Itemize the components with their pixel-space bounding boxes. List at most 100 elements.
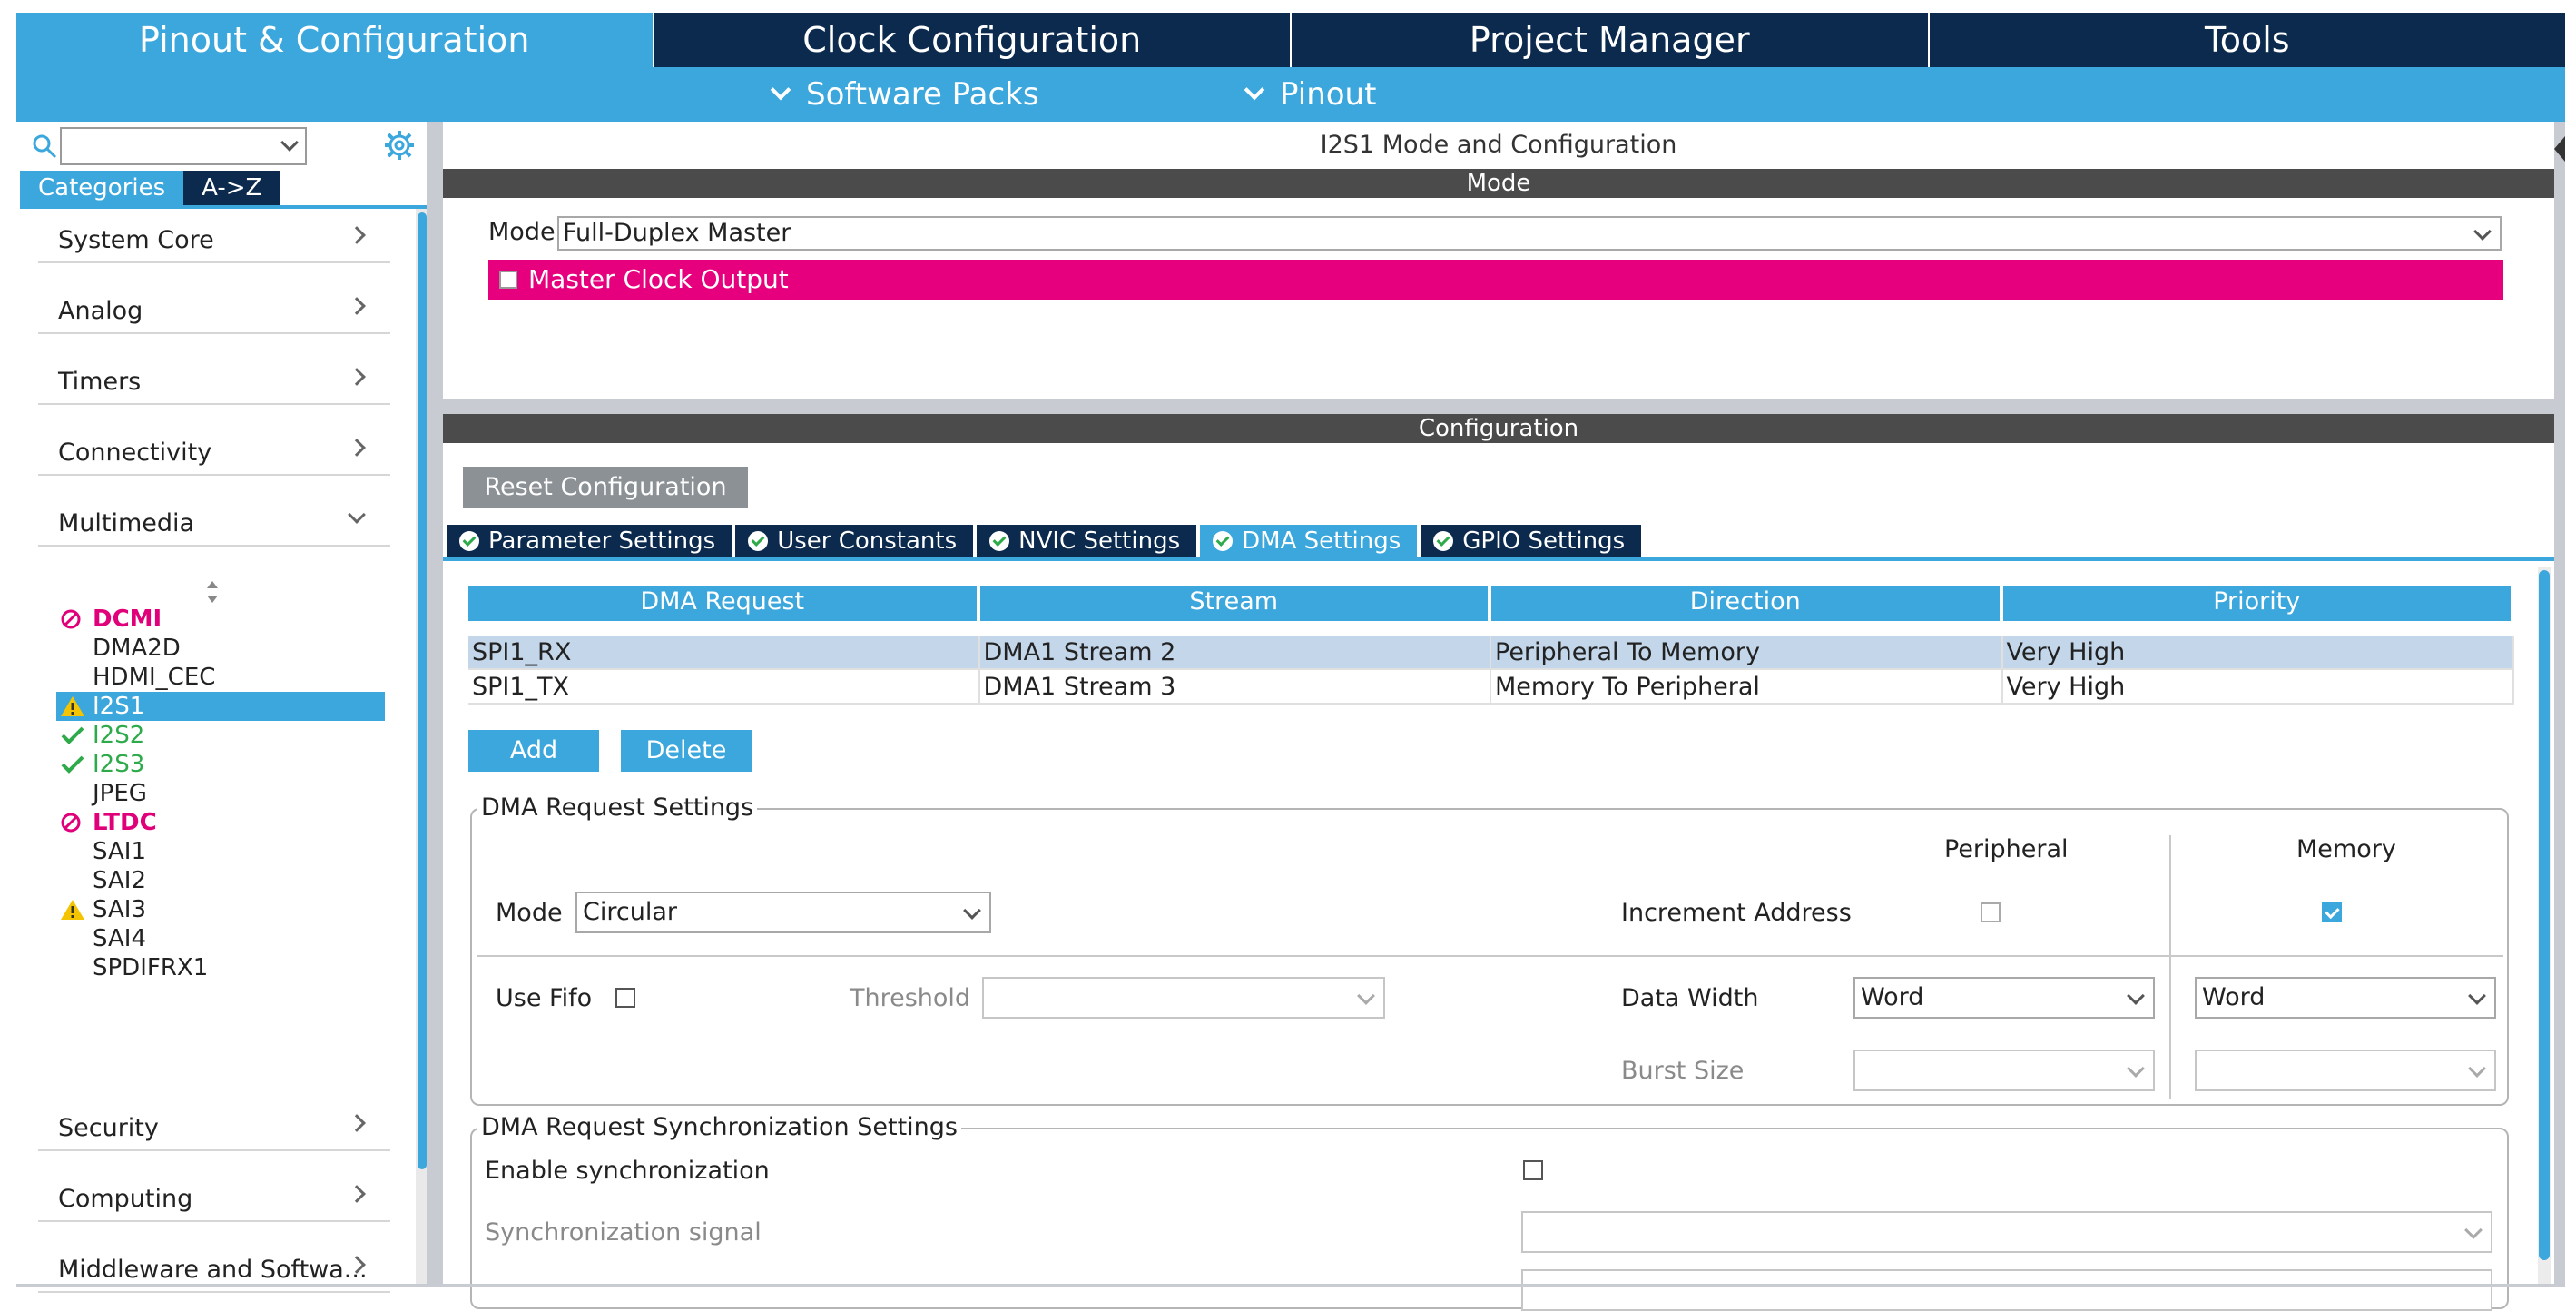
mode-select[interactable]: Full-Duplex Master bbox=[557, 216, 2502, 251]
item-spdifrx1[interactable]: SPDIFRX1 bbox=[56, 953, 385, 982]
category-analog[interactable]: Analog bbox=[38, 280, 390, 334]
item-dma2d[interactable]: DMA2D bbox=[56, 634, 385, 663]
item-sai3[interactable]: SAI3 bbox=[56, 895, 385, 924]
memory-burst-size-select[interactable] bbox=[2195, 1050, 2496, 1091]
chevron-down-icon bbox=[2468, 1060, 2486, 1078]
check-circle-icon bbox=[748, 531, 769, 551]
peripheral-data-width-select[interactable]: Word bbox=[1853, 977, 2155, 1019]
tab-parameter-settings[interactable]: Parameter Settings bbox=[447, 525, 732, 557]
column-header[interactable]: Priority bbox=[2002, 586, 2514, 621]
item-label: SPDIFRX1 bbox=[93, 954, 209, 981]
chevron-right-icon bbox=[348, 368, 366, 386]
reset-configuration-button[interactable]: Reset Configuration bbox=[463, 467, 748, 508]
tab-pinout-configuration[interactable]: Pinout & Configuration bbox=[16, 13, 653, 67]
check-circle-icon bbox=[989, 531, 1010, 551]
category-system-core[interactable]: System Core bbox=[38, 209, 390, 263]
software-packs-menu[interactable]: Software Packs bbox=[770, 76, 1039, 113]
memory-data-width-select[interactable]: Word bbox=[2195, 977, 2496, 1019]
chevron-right-icon bbox=[348, 226, 366, 244]
tab-clock-configuration[interactable]: Clock Configuration bbox=[652, 13, 1290, 67]
data-width-label: Data Width bbox=[1621, 984, 1759, 1012]
column-header[interactable]: Direction bbox=[1491, 586, 2003, 621]
item-sai4[interactable]: SAI4 bbox=[56, 924, 385, 953]
item-sai1[interactable]: SAI1 bbox=[56, 837, 385, 866]
chevron-down-icon bbox=[963, 902, 981, 920]
right-scrollbar-thumb[interactable] bbox=[2539, 570, 2550, 1260]
column-header[interactable]: Stream bbox=[979, 586, 1491, 621]
table-cell: DMA1 Stream 2 bbox=[979, 636, 1491, 670]
item-i2s1[interactable]: I2S1 bbox=[56, 692, 385, 721]
table-row[interactable]: SPI1_RX DMA1 Stream 2 Peripheral To Memo… bbox=[468, 636, 2514, 670]
memory-width-value: Word bbox=[2202, 983, 2266, 1011]
column-divider bbox=[2169, 835, 2171, 1099]
software-packs-label: Software Packs bbox=[806, 76, 1039, 113]
enable-sync-checkbox[interactable] bbox=[1523, 1160, 1543, 1180]
tab-nvic-settings[interactable]: NVIC Settings bbox=[977, 525, 1197, 557]
item-dcmi[interactable]: DCMI bbox=[56, 605, 385, 634]
tab-categories[interactable]: Categories bbox=[20, 171, 184, 205]
item-i2s2[interactable]: I2S2 bbox=[56, 721, 385, 750]
table-cell: DMA1 Stream 3 bbox=[979, 670, 1491, 705]
add-button[interactable]: Add bbox=[468, 730, 599, 772]
tab-a-to-z[interactable]: A->Z bbox=[183, 171, 280, 205]
search-input[interactable] bbox=[60, 127, 307, 165]
item-i2s3[interactable]: I2S3 bbox=[56, 750, 385, 779]
item-label: JPEG bbox=[93, 780, 147, 807]
search-icon[interactable] bbox=[31, 133, 58, 160]
master-clock-output-checkbox[interactable] bbox=[499, 271, 517, 289]
category-timers[interactable]: Timers bbox=[38, 350, 390, 405]
table-row[interactable]: SPI1_TX DMA1 Stream 3 Memory To Peripher… bbox=[468, 670, 2514, 705]
item-hdmi-cec[interactable]: HDMI_CEC bbox=[56, 663, 385, 692]
use-fifo-checkbox[interactable] bbox=[615, 988, 635, 1008]
gear-icon[interactable] bbox=[383, 129, 416, 162]
table-cell: Peripheral To Memory bbox=[1491, 636, 2003, 670]
tab-label: Parameter Settings bbox=[488, 527, 716, 555]
tab-user-constants[interactable]: User Constants bbox=[735, 525, 974, 557]
tab-tools[interactable]: Tools bbox=[1927, 13, 2565, 67]
sync-signal-select[interactable] bbox=[1521, 1211, 2492, 1253]
dma-table: DMA Request Stream Direction Priority SP… bbox=[468, 586, 2514, 705]
master-clock-output-label: Master Clock Output bbox=[528, 264, 789, 294]
column-header[interactable]: DMA Request bbox=[468, 586, 980, 621]
sort-icon[interactable] bbox=[203, 579, 221, 605]
category-label: Multimedia bbox=[58, 509, 195, 537]
enable-sync-label: Enable synchronization bbox=[485, 1157, 770, 1185]
category-connectivity[interactable]: Connectivity bbox=[38, 421, 390, 476]
category-label: Analog bbox=[58, 297, 143, 325]
collapse-arrow-icon[interactable] bbox=[2554, 136, 2565, 162]
row-divider bbox=[477, 955, 2503, 957]
main-tab-bar: Pinout & Configuration Clock Configurati… bbox=[16, 13, 2565, 67]
peripheral-increment-checkbox[interactable] bbox=[1981, 902, 2001, 922]
threshold-select[interactable] bbox=[982, 977, 1385, 1019]
tab-dma-settings[interactable]: DMA Settings bbox=[1200, 525, 1418, 557]
threshold-label: Threshold bbox=[850, 984, 971, 1012]
category-multimedia[interactable]: Multimedia bbox=[38, 492, 390, 547]
master-clock-output-row[interactable]: Master Clock Output bbox=[488, 260, 2503, 300]
sub-menu-bar: Software Packs Pinout bbox=[16, 67, 2565, 122]
panel-divider[interactable] bbox=[427, 122, 443, 1284]
right-panel-edge bbox=[2554, 122, 2565, 1284]
delete-button[interactable]: Delete bbox=[621, 730, 752, 772]
pinout-menu[interactable]: Pinout bbox=[1244, 76, 1376, 113]
item-jpeg[interactable]: JPEG bbox=[56, 779, 385, 808]
sync-signal-label: Synchronization signal bbox=[485, 1218, 762, 1247]
dma-mode-select[interactable]: Circular bbox=[575, 892, 991, 933]
peripheral-burst-size-select[interactable] bbox=[1853, 1050, 2155, 1091]
memory-increment-checkbox[interactable] bbox=[2322, 902, 2342, 922]
tab-gpio-settings[interactable]: GPIO Settings bbox=[1421, 525, 1642, 557]
chevron-down-icon bbox=[348, 506, 366, 524]
category-computing[interactable]: Computing bbox=[38, 1168, 390, 1222]
sync-next-select[interactable] bbox=[1521, 1269, 2492, 1311]
tab-project-manager[interactable]: Project Manager bbox=[1290, 13, 1928, 67]
configuration-panel: I2S1 Mode and Configuration Mode Mode Fu… bbox=[443, 122, 2554, 1311]
item-label: SAI3 bbox=[93, 896, 146, 923]
increment-address-label: Increment Address bbox=[1621, 899, 1852, 927]
chevron-right-icon bbox=[348, 1114, 366, 1132]
left-scrollbar-thumb[interactable] bbox=[418, 212, 427, 1169]
item-ltdc[interactable]: LTDC bbox=[56, 808, 385, 837]
item-sai2[interactable]: SAI2 bbox=[56, 866, 385, 895]
category-security[interactable]: Security bbox=[38, 1097, 390, 1151]
table-cell: SPI1_RX bbox=[468, 636, 980, 670]
category-label: Security bbox=[58, 1114, 159, 1142]
category-view-tabs: Categories A->Z bbox=[20, 171, 280, 205]
